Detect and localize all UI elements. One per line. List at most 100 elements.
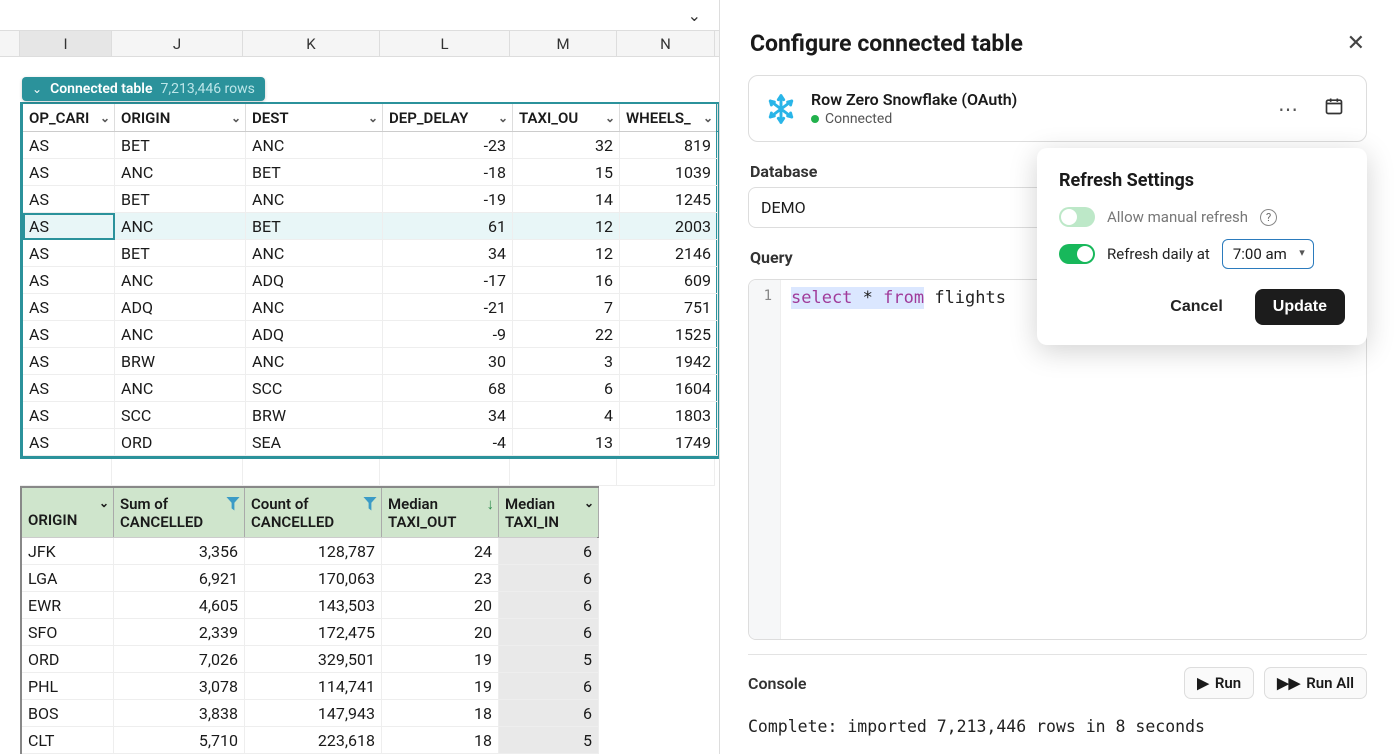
- cell[interactable]: 1803: [620, 402, 718, 429]
- cell[interactable]: 1604: [620, 375, 718, 402]
- table-row[interactable]: JFK3,356128,787246: [22, 538, 597, 565]
- cell[interactable]: 32: [513, 132, 620, 159]
- dropdown-icon[interactable]: ⌄: [231, 111, 241, 125]
- table-row[interactable]: SFO2,339172,475206: [22, 619, 597, 646]
- cell[interactable]: 7: [513, 294, 620, 321]
- cell[interactable]: SCC: [246, 375, 383, 402]
- dropdown-icon[interactable]: ⌄: [498, 111, 508, 125]
- run-all-button[interactable]: ▶▶Run All: [1264, 667, 1367, 699]
- cell[interactable]: 4,605: [114, 592, 245, 619]
- cell[interactable]: ANC: [246, 132, 383, 159]
- cell[interactable]: 114,741: [245, 673, 382, 700]
- cell[interactable]: BOS: [22, 700, 114, 727]
- table-row[interactable]: ASADQANC-217751: [23, 294, 716, 321]
- col-header-L[interactable]: L: [380, 31, 510, 56]
- table-row[interactable]: LGA6,921170,063236: [22, 565, 597, 592]
- cell[interactable]: BET: [115, 240, 246, 267]
- more-menu-icon[interactable]: ⋯: [1272, 93, 1304, 125]
- cell[interactable]: JFK: [22, 538, 114, 565]
- cell[interactable]: -21: [383, 294, 513, 321]
- cell[interactable]: -23: [383, 132, 513, 159]
- cell[interactable]: AS: [23, 429, 115, 456]
- chevron-down-icon[interactable]: ⌄: [99, 496, 109, 510]
- cell[interactable]: 6: [499, 673, 599, 700]
- cell[interactable]: 12: [513, 213, 620, 240]
- cell[interactable]: 6: [499, 592, 599, 619]
- cell[interactable]: SEA: [246, 429, 383, 456]
- cell[interactable]: 2003: [620, 213, 718, 240]
- table-row[interactable]: ASORDSEA-4131749: [23, 429, 716, 456]
- cell[interactable]: 34: [383, 240, 513, 267]
- dropdown-icon[interactable]: ⌄: [605, 111, 615, 125]
- cell[interactable]: 4: [513, 402, 620, 429]
- table-row[interactable]: PHL3,078114,741196: [22, 673, 597, 700]
- table-row[interactable]: ASSCCBRW3441803: [23, 402, 716, 429]
- cell[interactable]: ANC: [115, 375, 246, 402]
- table-row[interactable]: CLT5,710223,618185: [22, 727, 597, 754]
- calendar-icon[interactable]: [1318, 92, 1350, 125]
- cell[interactable]: ANC: [115, 213, 246, 240]
- cell[interactable]: 223,618: [245, 727, 382, 754]
- cell[interactable]: ORD: [115, 429, 246, 456]
- cell[interactable]: 3,356: [114, 538, 245, 565]
- update-button[interactable]: Update: [1255, 289, 1345, 325]
- run-button[interactable]: ▶Run: [1184, 667, 1254, 699]
- table-row[interactable]: ORD7,026329,501195: [22, 646, 597, 673]
- corner-cell[interactable]: [0, 31, 20, 56]
- cell[interactable]: 1942: [620, 348, 718, 375]
- sort-desc-icon[interactable]: ↓: [487, 495, 495, 513]
- cell[interactable]: 6: [499, 565, 599, 592]
- table-row[interactable]: ASBETANC-19141245: [23, 186, 716, 213]
- cell[interactable]: 19: [382, 646, 499, 673]
- cell[interactable]: 2,339: [114, 619, 245, 646]
- cell[interactable]: ANC: [115, 321, 246, 348]
- table-row[interactable]: ASANCBET-18151039: [23, 159, 716, 186]
- cell[interactable]: 3: [513, 348, 620, 375]
- pivot-col-taxi_out[interactable]: Median↓TAXI_OUT: [382, 488, 499, 537]
- cell[interactable]: ANC: [115, 159, 246, 186]
- cell[interactable]: 6,921: [114, 565, 245, 592]
- cell[interactable]: -17: [383, 267, 513, 294]
- dropdown-icon[interactable]: ⌄: [703, 111, 713, 125]
- cell[interactable]: 68: [383, 375, 513, 402]
- table-row[interactable]: ASANCADQ-9221525: [23, 321, 716, 348]
- filter-icon[interactable]: [226, 497, 240, 511]
- cell[interactable]: LGA: [22, 565, 114, 592]
- cell[interactable]: 20: [382, 619, 499, 646]
- cell[interactable]: BRW: [246, 402, 383, 429]
- col-header-J[interactable]: J: [112, 31, 243, 56]
- cell[interactable]: AS: [23, 294, 115, 321]
- table-col-dest[interactable]: DEST⌄: [246, 104, 383, 131]
- table-row[interactable]: ASANCBET61122003: [23, 213, 716, 240]
- cell[interactable]: AS: [23, 159, 115, 186]
- cell[interactable]: AS: [23, 186, 115, 213]
- toggle-daily-refresh[interactable]: [1059, 244, 1095, 264]
- cell[interactable]: 170,063: [245, 565, 382, 592]
- cell[interactable]: AS: [23, 375, 115, 402]
- dropdown-icon[interactable]: ⌄: [368, 111, 378, 125]
- col-header-N[interactable]: N: [617, 31, 715, 56]
- cell[interactable]: AS: [23, 348, 115, 375]
- collapse-chevron-icon[interactable]: ⌄: [688, 6, 701, 25]
- cell[interactable]: 13: [513, 429, 620, 456]
- cell[interactable]: 6: [499, 700, 599, 727]
- pivot-col-origin[interactable]: ⌄ORIGIN: [22, 488, 114, 537]
- cell[interactable]: -9: [383, 321, 513, 348]
- cell[interactable]: 3,078: [114, 673, 245, 700]
- cell[interactable]: 1245: [620, 186, 718, 213]
- help-icon[interactable]: ?: [1260, 209, 1277, 226]
- cell[interactable]: 6: [499, 538, 599, 565]
- cell[interactable]: BET: [246, 213, 383, 240]
- cell[interactable]: ANC: [246, 186, 383, 213]
- cell[interactable]: 18: [382, 700, 499, 727]
- cell[interactable]: 143,503: [245, 592, 382, 619]
- table-row[interactable]: ASBRWANC3031942: [23, 348, 716, 375]
- cell[interactable]: BET: [246, 159, 383, 186]
- close-icon[interactable]: ✕: [1347, 31, 1365, 56]
- table-row[interactable]: ASANCADQ-1716609: [23, 267, 716, 294]
- table-row[interactable]: ASANCSCC6861604: [23, 375, 716, 402]
- cell[interactable]: 12: [513, 240, 620, 267]
- table-row[interactable]: ASBETANC34122146: [23, 240, 716, 267]
- table-row[interactable]: BOS3,838147,943186: [22, 700, 597, 727]
- filter-icon[interactable]: [363, 497, 377, 511]
